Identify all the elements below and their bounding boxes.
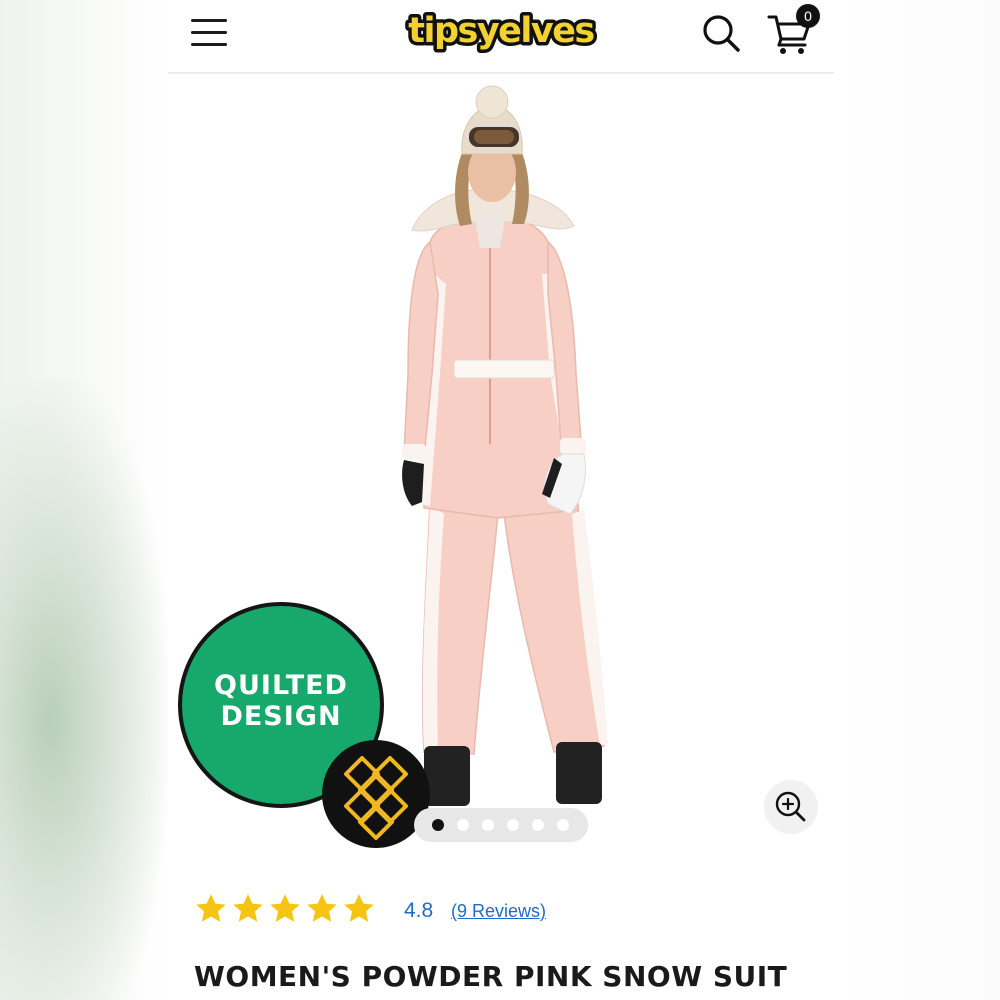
product-image[interactable]: QUILTED DESIGN [168,74,834,866]
carousel-dot-2[interactable] [457,819,469,831]
zoom-in-icon [775,791,806,822]
star-icon [270,894,300,922]
logo-text: tipsyelves [408,11,594,51]
carousel-dot-4[interactable] [507,819,519,831]
rating-value: 4.8 [404,899,434,922]
star-icon [344,894,374,922]
tipsy-elves-logo[interactable]: tipsyelves [400,4,602,62]
star-icon [307,894,337,922]
carousel-dot-3[interactable] [482,819,494,831]
menu-icon-bar [191,43,227,46]
menu-icon [191,19,227,22]
reviews-link[interactable]: (9 Reviews) [451,901,546,922]
carousel-dot-1[interactable] [432,819,444,831]
logo-graphic: tipsyelves [405,8,600,55]
carousel-dot-5[interactable] [532,819,544,831]
quilt-pattern-graphic [344,756,408,840]
star-icon [233,894,263,922]
menu-icon-bar [191,31,227,34]
star-rating [194,892,384,928]
zoom-button[interactable] [764,780,818,834]
product-title: WOMEN'S POWDER PINK SNOW SUIT [194,960,788,993]
site-header: tipsyelves 0 [168,0,834,74]
search-icon [703,15,740,52]
product-page: tipsyelves 0 QUILTED DESIGN 4.8 (9 Revie… [168,0,834,1000]
diamond-quilt-pattern-icon [322,740,430,848]
search-button[interactable] [700,12,742,54]
star-icon [196,894,226,922]
cart-count-badge: 0 [796,4,820,28]
badge-text: QUILTED DESIGN [214,670,348,732]
background-blur [0,380,168,1000]
carousel-dot-6[interactable] [557,819,569,831]
image-carousel-indicator [414,808,588,842]
menu-button[interactable] [188,14,232,52]
